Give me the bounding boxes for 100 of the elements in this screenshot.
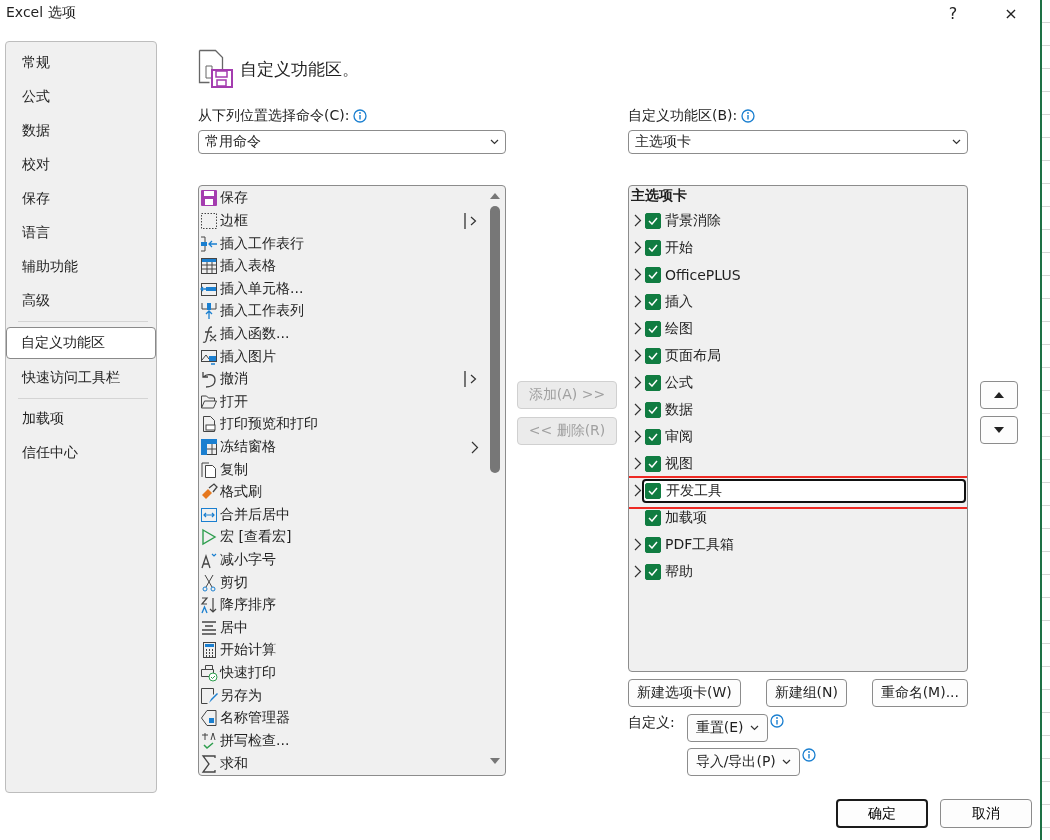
cancel-button[interactable]: 取消 — [940, 799, 1032, 828]
command-item[interactable]: 插入工作表行 — [199, 232, 485, 255]
sidebar-item[interactable]: 校对 — [7, 148, 155, 182]
command-item[interactable]: 插入表格 — [199, 254, 485, 278]
chevron-right-icon[interactable] — [634, 538, 642, 551]
chevron-right-icon[interactable] — [634, 241, 642, 254]
command-item[interactable]: 插入函数... — [199, 322, 485, 346]
command-item[interactable]: 打开 — [199, 390, 485, 414]
command-item[interactable]: 复制 — [199, 458, 485, 481]
tree-item[interactable]: 绘图 — [665, 318, 967, 339]
checkbox[interactable] — [645, 212, 661, 229]
sidebar-item[interactable]: 常规 — [7, 46, 155, 80]
command-item[interactable]: 宏 [查看宏] — [199, 526, 485, 549]
command-item[interactable]: 拼写检查... — [199, 729, 485, 753]
commands-dropdown[interactable]: 常用命令 — [198, 130, 506, 154]
command-item[interactable]: 开始计算 — [199, 639, 485, 662]
checkbox[interactable] — [645, 401, 661, 418]
tree-item[interactable]: 公式 — [665, 372, 967, 393]
help-button[interactable]: ? — [924, 0, 982, 26]
checkbox[interactable] — [645, 374, 661, 391]
chevron-right-icon[interactable] — [634, 322, 642, 335]
chevron-right-icon[interactable] — [634, 403, 642, 416]
info-icon[interactable] — [801, 748, 816, 762]
checkbox[interactable] — [645, 293, 661, 310]
info-icon[interactable] — [353, 109, 368, 123]
command-item[interactable]: 打印预览和打印 — [199, 413, 485, 436]
command-item[interactable]: 插入工作表列 — [199, 300, 485, 323]
checkbox[interactable] — [645, 455, 661, 472]
ribbon-action-button[interactable]: 重命名(M)... — [871, 679, 968, 707]
tree-item[interactable]: 页面布局 — [665, 345, 967, 366]
command-item[interactable]: 减小字号 — [199, 548, 485, 572]
command-item[interactable]: 降序排序 — [199, 593, 485, 617]
command-item[interactable]: 求和 — [199, 752, 485, 775]
sort-icon — [200, 596, 218, 615]
sidebar-item[interactable]: 高级 — [7, 284, 155, 318]
ribbon-action-button[interactable]: 新建选项卡(W) — [628, 679, 741, 707]
chevron-right-icon[interactable] — [471, 440, 479, 454]
command-item[interactable]: 名称管理器 — [199, 707, 485, 730]
move-up-button[interactable] — [980, 381, 1018, 409]
checkbox[interactable] — [645, 320, 661, 337]
checkbox[interactable] — [645, 509, 661, 526]
chevron-right-icon[interactable] — [634, 565, 642, 578]
chevron-right-icon[interactable] — [634, 430, 642, 443]
chevron-right-icon[interactable] — [634, 268, 642, 281]
chevron-right-icon[interactable] — [634, 376, 642, 389]
tree-item[interactable]: 视图 — [665, 453, 967, 474]
sidebar-item[interactable]: 数据 — [7, 114, 155, 148]
command-item[interactable]: 快速打印 — [199, 661, 485, 685]
command-item[interactable]: 撤消 — [199, 367, 485, 391]
ribbon-action-button[interactable]: 新建组(N) — [765, 679, 847, 707]
ribbon-dropdown[interactable]: 主选项卡 — [628, 130, 968, 154]
tree-item[interactable]: 数据 — [665, 399, 967, 420]
command-item[interactable]: 插入图片 — [199, 345, 485, 368]
chevron-right-icon[interactable] — [634, 214, 642, 227]
tree-item[interactable]: 背景消除 — [665, 210, 967, 231]
checkbox[interactable] — [645, 239, 661, 256]
command-item[interactable]: 居中 — [199, 616, 485, 640]
chevron-right-icon[interactable] — [634, 295, 642, 308]
sidebar-item[interactable]: 辅助功能 — [7, 250, 155, 284]
command-item[interactable]: 边框 — [199, 209, 485, 233]
copy-icon — [200, 460, 218, 479]
sidebar-item[interactable]: 加载项 — [7, 402, 155, 436]
sidebar-item[interactable]: 语言 — [7, 216, 155, 250]
tree-item[interactable]: 帮助 — [665, 561, 967, 582]
chevron-right-icon[interactable] — [634, 484, 642, 497]
sidebar-item[interactable]: 公式 — [7, 80, 155, 114]
tree-item[interactable]: 开发工具 — [642, 478, 966, 503]
close-button[interactable]: × — [982, 0, 1040, 26]
sidebar-item[interactable]: 自定义功能区 — [6, 327, 156, 359]
command-item[interactable]: 冻结窗格 — [199, 435, 485, 459]
checkbox[interactable] — [645, 536, 661, 553]
tree-item[interactable]: 审阅 — [665, 426, 967, 447]
command-item[interactable]: 另存为 — [199, 684, 485, 707]
sidebar-item[interactable]: 信任中心 — [7, 436, 155, 470]
command-item[interactable]: 保存 — [199, 187, 485, 210]
command-item[interactable]: 剪切 — [199, 571, 485, 594]
sidebar-item[interactable]: 保存 — [7, 182, 155, 216]
checkbox[interactable] — [645, 347, 661, 364]
info-icon[interactable] — [741, 109, 756, 123]
function-icon — [200, 324, 218, 343]
info-icon[interactable] — [769, 714, 784, 728]
sidebar-item[interactable]: 快速访问工具栏 — [7, 361, 155, 395]
command-item[interactable]: 合并后居中 — [199, 503, 485, 527]
checkbox[interactable] — [645, 428, 661, 445]
ok-button[interactable]: 确定 — [836, 799, 928, 828]
tree-item[interactable]: OfficePLUS — [665, 264, 967, 285]
tree-item[interactable]: 开始 — [665, 237, 967, 258]
menu-button[interactable]: 重置(E) — [686, 714, 768, 742]
checkbox[interactable] — [645, 266, 661, 283]
tree-item[interactable]: 加载项 — [665, 507, 967, 528]
move-down-button[interactable] — [980, 416, 1018, 444]
sum-icon — [200, 754, 218, 773]
chevron-right-icon[interactable] — [634, 349, 642, 362]
command-item[interactable]: 插入单元格... — [199, 277, 485, 301]
command-item[interactable]: 格式刷 — [199, 480, 485, 504]
checkbox[interactable] — [645, 563, 661, 580]
tree-item[interactable]: 插入 — [665, 291, 967, 312]
chevron-right-icon[interactable] — [634, 457, 642, 470]
menu-button[interactable]: 导入/导出(P) — [686, 748, 800, 776]
tree-item[interactable]: PDF工具箱 — [665, 534, 967, 555]
